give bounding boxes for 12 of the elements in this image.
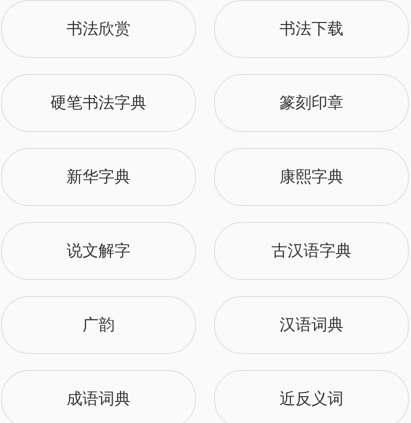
menu-button[interactable]: 硬笔书法字典 bbox=[1, 74, 196, 132]
menu-button[interactable]: 汉语词典 bbox=[214, 296, 409, 354]
menu-button[interactable]: 书法下载 bbox=[214, 0, 409, 58]
menu-button[interactable]: 近反义词 bbox=[214, 370, 409, 423]
menu-button[interactable]: 篆刻印章 bbox=[214, 74, 409, 132]
menu-button[interactable]: 说文解字 bbox=[1, 222, 196, 280]
menu-button[interactable]: 康熙字典 bbox=[214, 148, 409, 206]
menu-button[interactable]: 新华字典 bbox=[1, 148, 196, 206]
menu-button[interactable]: 书法欣赏 bbox=[1, 0, 196, 58]
menu-button[interactable]: 广韵 bbox=[1, 296, 196, 354]
menu-button[interactable]: 成语词典 bbox=[1, 370, 196, 423]
menu-button[interactable]: 古汉语字典 bbox=[214, 222, 409, 280]
